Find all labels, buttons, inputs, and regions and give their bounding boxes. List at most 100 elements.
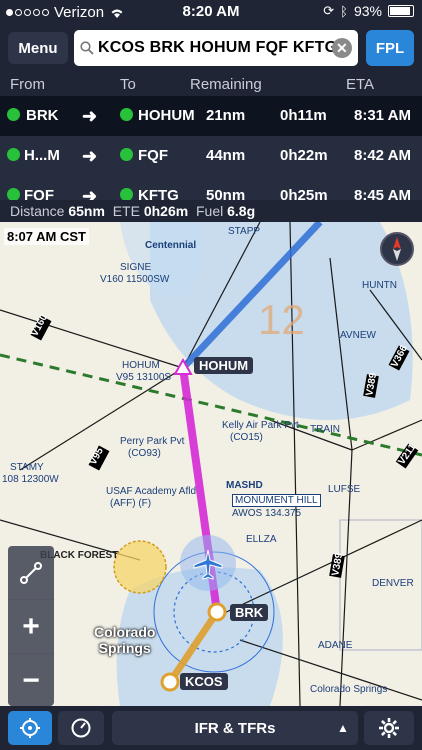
leg-time: 0h11m	[280, 107, 327, 124]
map-label-usaf-code: (AFF) (F)	[110, 498, 152, 509]
map-label-avnew: AVNEW	[340, 330, 376, 341]
map-label-perry-code: (CO93)	[128, 448, 161, 459]
map-label-centennial: Centennial	[145, 240, 197, 251]
leg-to: HOHUM	[138, 107, 195, 124]
map-label-huntn: HUNTN	[362, 280, 397, 291]
status-bar: Verizon 8:20 AM ⟳ ᛒ 93%	[0, 0, 422, 24]
toolbar: Menu KCOS BRK HOHUM FQF KFTG ✕ FPL	[0, 24, 422, 72]
locate-button[interactable]	[8, 711, 52, 745]
nav-log-header: From To Remaining ETA	[0, 72, 422, 98]
route-input[interactable]: KCOS BRK HOHUM FQF KFTG ✕	[74, 30, 358, 66]
arrow-right-icon: ➜	[82, 186, 98, 200]
map-label-signe-alt: V160 11500SW	[100, 274, 170, 285]
distance-value: 65nm	[68, 203, 105, 219]
leg-eta: 8:45 AM	[354, 187, 411, 200]
route-icon[interactable]	[8, 546, 54, 600]
fpl-button[interactable]: FPL	[366, 30, 414, 66]
compass-icon[interactable]	[380, 232, 414, 266]
chevron-up-icon: ▲	[337, 721, 349, 735]
waypoint-label-brk[interactable]: BRK	[230, 604, 269, 621]
map-label-hohum-name: HOHUM	[122, 360, 160, 371]
leg-to: KFTG	[138, 187, 179, 200]
map-label-awos: AWOS 134.375	[232, 508, 302, 519]
waypoint-label-hohum[interactable]: HOHUM	[194, 357, 254, 374]
map-label-mashd: MASHD	[226, 480, 263, 491]
header-to: To	[120, 76, 136, 93]
map-label-monument: MONUMENT HILL	[232, 494, 321, 507]
map-side-tools: + −	[8, 546, 54, 706]
leg-distance: 50nm	[206, 187, 246, 200]
map-drawing	[0, 222, 422, 706]
leg-time: 0h25m	[280, 187, 328, 200]
leg-eta: 8:31 AM	[354, 107, 411, 124]
lock-rotation-icon: ⟳	[323, 3, 335, 18]
city-label-colorado-springs: Colorado Springs	[94, 624, 156, 656]
layer-expand-button[interactable]: ▲	[328, 711, 358, 745]
leg-from: FQF	[24, 187, 54, 200]
map-label-perry-park: Perry Park Pvt	[120, 436, 185, 447]
leg-to: FQF	[138, 147, 168, 164]
fuel-value: 6.8g	[227, 203, 256, 219]
route-text: KCOS BRK HOHUM FQF KFTG	[98, 39, 338, 56]
chart-time-badge: 8:07 AM CST	[4, 228, 89, 245]
leg-to-dot	[120, 188, 133, 200]
gear-icon	[379, 718, 399, 738]
arrow-right-icon: ➜	[82, 106, 98, 126]
leg-row[interactable]: H...M ➜ FQF 44nm 0h22m 8:42 AM	[0, 136, 422, 176]
map-label-kelly-code: (CO15)	[230, 432, 263, 443]
locate-icon	[20, 718, 40, 738]
zoom-out-icon[interactable]: −	[8, 654, 54, 708]
settings-button[interactable]	[364, 711, 414, 745]
leg-time: 0h22m	[280, 147, 328, 164]
ete-value: 0h26m	[143, 203, 189, 219]
map-label-adane: ADANE	[318, 640, 353, 651]
gauge-icon	[71, 718, 91, 738]
route-summary: Distance 65nm ETE 0h26m Fuel 6.8g	[0, 200, 422, 222]
map-label-kelly-air: Kelly Air Park Pvt	[222, 420, 299, 431]
map-label-stapp: STAPP	[228, 226, 261, 237]
battery-icon	[388, 5, 414, 17]
distance-label: Distance	[10, 203, 65, 219]
header-eta: ETA	[346, 76, 375, 93]
battery-percent: 93%	[353, 3, 382, 19]
leg-distance: 44nm	[206, 147, 246, 164]
arrow-right-icon: ➜	[82, 146, 98, 166]
map-label-signe: SIGNE	[120, 262, 152, 273]
ete-label: ETE	[112, 203, 140, 219]
waypoint-label-kcos[interactable]: KCOS	[180, 673, 228, 690]
zoom-in-icon[interactable]: +	[8, 600, 54, 654]
leg-row[interactable]: FQF ➜ KFTG 50nm 0h25m 8:45 AM	[0, 176, 422, 200]
leg-row-active[interactable]: BRK ➜ HOHUM 21nm 0h11m 8:31 AM	[0, 96, 422, 136]
leg-eta: 8:42 AM	[354, 147, 411, 164]
leg-distance: 21nm	[206, 107, 246, 124]
battery-fill	[390, 7, 411, 15]
fuel-label: Fuel	[195, 203, 224, 219]
clear-icon[interactable]: ✕	[332, 38, 352, 58]
leg-from-dot	[7, 148, 20, 161]
header-remaining: Remaining	[190, 76, 262, 93]
map-label-lufse: LUFSE	[328, 484, 361, 495]
status-right: ⟳ ᛒ 93%	[323, 3, 414, 19]
map-label-usaf: USAF Academy Afld	[106, 486, 197, 497]
active-leg-dot	[7, 108, 20, 121]
bottom-toolbar: IFR & TFRs ▲	[0, 706, 422, 750]
search-icon	[80, 41, 94, 55]
ifr-chart-map[interactable]: Centennial SIGNE V160 11500SW HOHUM V95 …	[0, 222, 422, 706]
leg-from-dot	[7, 188, 20, 200]
map-label-stamy: STAMY	[10, 462, 44, 473]
map-label-colorado-springs-small: Colorado Springs	[310, 684, 388, 695]
menu-button[interactable]: Menu	[8, 32, 68, 64]
leg-to-dot	[120, 108, 133, 121]
map-label-train: TRAIN	[310, 424, 340, 435]
map-layer-label: IFR & TFRs	[194, 719, 276, 737]
leg-to-dot	[120, 148, 133, 161]
map-layer-selector[interactable]: IFR & TFRs	[112, 711, 358, 745]
map-label-denver: DENVER	[372, 578, 414, 589]
map-label-ellza: ELLZA	[246, 534, 277, 545]
map-label-stamy-alt: 108 12300W	[2, 474, 59, 485]
leg-from: H...M	[24, 147, 60, 164]
map-label-big-number: 12	[258, 296, 305, 343]
header-from: From	[10, 76, 45, 93]
leg-from: BRK	[26, 107, 59, 124]
instruments-button[interactable]	[58, 711, 104, 745]
